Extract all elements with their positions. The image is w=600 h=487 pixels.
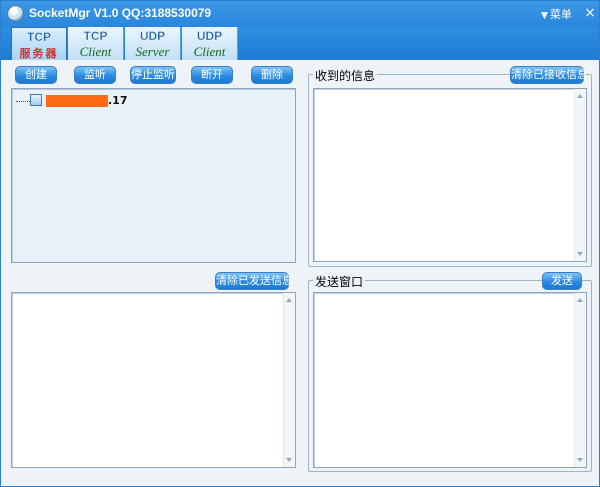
scroll-down-icon[interactable] <box>577 252 583 256</box>
scroll-down-icon[interactable] <box>577 458 583 462</box>
computer-icon <box>30 94 42 106</box>
stop-listen-button[interactable]: 停止监听 <box>130 66 176 84</box>
sent-scrollbar[interactable] <box>283 293 295 467</box>
tab-udp-server[interactable]: UDP Server <box>125 27 181 60</box>
tab-tcp-server[interactable]: TCP 服务器 <box>11 27 67 60</box>
tab-udp-client-role: Client <box>193 44 226 59</box>
connection-tree[interactable]: .17 <box>11 88 296 263</box>
tab-tcp-server-role: 服务器 <box>19 47 59 60</box>
tree-node-label: .17 <box>108 94 128 107</box>
delete-button[interactable]: 删除 <box>251 66 293 84</box>
tab-tcp-client[interactable]: TCP Client <box>68 27 124 60</box>
received-textarea[interactable] <box>313 88 587 262</box>
received-label: 收到的信息 <box>313 67 378 84</box>
tab-udp-server-protocol: UDP <box>139 29 166 43</box>
caret-down-icon: ▼ <box>541 11 548 21</box>
tab-udp-server-role: Server <box>135 44 170 59</box>
send-window-label: 发送窗口 <box>313 273 366 290</box>
send-textarea[interactable] <box>313 292 587 468</box>
scroll-up-icon[interactable] <box>577 94 583 98</box>
sent-textarea[interactable] <box>11 292 296 468</box>
clear-received-button[interactable]: 清除已接收信息 <box>510 66 588 84</box>
close-icon[interactable]: × <box>583 6 597 20</box>
scroll-up-icon[interactable] <box>577 298 583 302</box>
redacted-address <box>46 95 108 107</box>
tab-tcp-server-protocol: TCP <box>27 30 51 44</box>
app-logo-icon <box>7 5 24 22</box>
clear-sent-button[interactable]: 清除已发送信息 <box>215 272 293 290</box>
tab-udp-client[interactable]: UDP Client <box>182 27 238 60</box>
disconnect-button[interactable]: 断开 <box>191 66 233 84</box>
tree-connector-line <box>16 101 30 102</box>
title-bar[interactable]: SocketMgr V1.0 QQ:3188530079 ▼ 菜单 × <box>1 1 599 27</box>
received-scrollbar[interactable] <box>574 89 586 261</box>
listen-button[interactable]: 监听 <box>74 66 116 84</box>
scroll-up-icon[interactable] <box>286 298 292 302</box>
tab-tcp-client-protocol: TCP <box>83 29 108 43</box>
menu-label: 菜单 <box>549 8 572 21</box>
tab-tcp-client-role: Client <box>79 44 112 59</box>
window-title: SocketMgr V1.0 QQ:3188530079 <box>29 6 212 20</box>
create-button[interactable]: 创建 <box>15 66 57 84</box>
menu-button[interactable]: ▼ 菜单 <box>541 6 572 22</box>
app-window: SocketMgr V1.0 QQ:3188530079 ▼ 菜单 × TCP 服… <box>0 0 600 487</box>
send-button[interactable]: 发送 <box>542 272 582 290</box>
tab-strip: TCP 服务器 TCP Client UDP Server UDP Client <box>1 27 599 60</box>
send-scrollbar[interactable] <box>574 293 586 467</box>
tab-udp-client-protocol: UDP <box>196 29 223 43</box>
scroll-down-icon[interactable] <box>286 458 292 462</box>
